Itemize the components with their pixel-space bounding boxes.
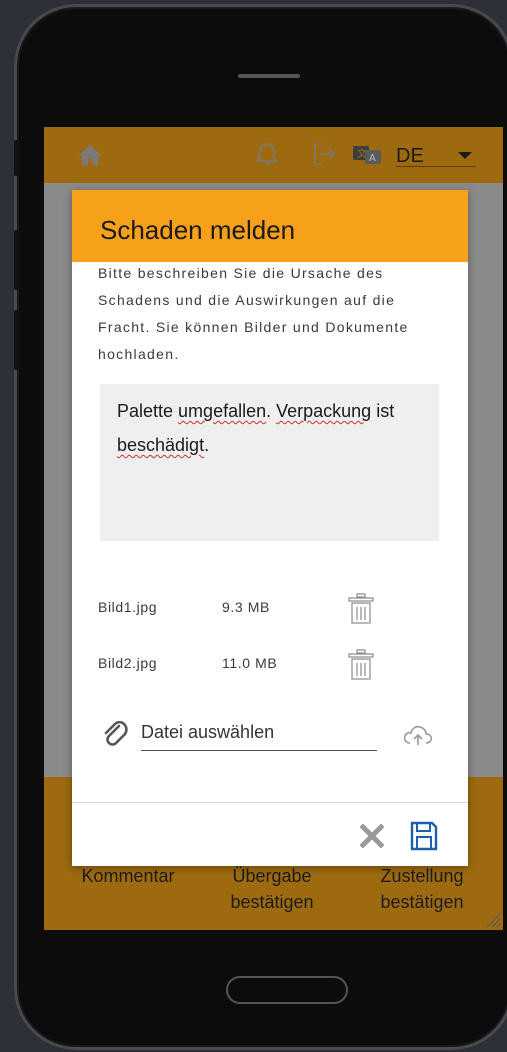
cloud-upload-icon[interactable] — [402, 723, 434, 747]
phone-side-button — [14, 230, 20, 290]
logout-icon[interactable] — [312, 142, 338, 166]
damage-report-dialog: Schaden melden Bitte beschreiben Sie die… — [72, 190, 468, 866]
comment-word: . — [266, 401, 277, 421]
translate-icon: 文 A — [353, 146, 381, 164]
home-icon[interactable] — [77, 144, 103, 166]
language-value: DE — [396, 145, 424, 167]
language-select[interactable]: DE — [396, 143, 476, 167]
file-select-input[interactable]: Datei auswählen — [141, 718, 377, 751]
resize-grip-icon — [486, 913, 501, 928]
comment-word-misspelled: umgefallen — [178, 401, 267, 421]
paperclip-icon — [104, 721, 128, 746]
phone-speaker — [238, 74, 300, 78]
comment-action-label: Kommentar — [81, 866, 175, 886]
file-list-item: Bild2.jpg 11.0 MB — [98, 649, 438, 681]
file-list-item: Bild1.jpg 9.3 MB — [98, 593, 438, 625]
dialog-title: Schaden melden — [100, 215, 296, 245]
trash-icon[interactable] — [348, 593, 374, 625]
damage-comment-value: Palette umgefallen. Verpackung ist besch… — [117, 394, 427, 462]
confirm-handover-action[interactable]: Übergabe bestätigen — [212, 863, 332, 915]
phone-home-button — [226, 976, 348, 1004]
comment-word-misspelled: beschädigt — [117, 435, 205, 455]
confirm-handover-label-line2: bestätigen — [230, 892, 314, 912]
chevron-down-icon — [458, 152, 472, 159]
comment-action[interactable]: Kommentar — [68, 863, 188, 889]
file-name: Bild2.jpg — [98, 655, 158, 671]
confirm-handover-label-line1: Übergabe — [232, 866, 312, 886]
dialog-header: Schaden melden — [72, 190, 468, 262]
confirm-delivery-action[interactable]: Zustellung bestätigen — [352, 863, 492, 915]
comment-word: . — [204, 435, 210, 455]
save-icon[interactable] — [410, 821, 438, 851]
file-name: Bild1.jpg — [98, 599, 158, 615]
comment-word: Palette — [117, 401, 179, 421]
top-bar: 文 A DE — [44, 127, 503, 183]
dialog-footer-divider — [72, 802, 468, 803]
comment-word: ist — [371, 401, 395, 421]
trash-icon[interactable] — [348, 649, 374, 681]
confirm-delivery-label-line2: bestätigen — [380, 892, 464, 912]
dialog-description: Bitte beschreiben Sie die Ursache des Sc… — [98, 265, 409, 362]
close-icon[interactable] — [360, 824, 384, 848]
file-select-placeholder: Datei auswählen — [141, 722, 275, 742]
file-size: 9.3 MB — [222, 599, 270, 615]
file-size: 11.0 MB — [222, 655, 278, 671]
confirm-delivery-label-line1: Zustellung — [380, 866, 464, 886]
comment-word-misspelled: Verpackung — [276, 401, 372, 421]
bell-icon[interactable] — [256, 141, 278, 167]
phone-side-button — [14, 140, 20, 176]
svg-text:A: A — [369, 153, 376, 164]
damage-comment-textarea[interactable]: Palette umgefallen. Verpackung ist besch… — [100, 384, 439, 541]
phone-side-button — [14, 310, 20, 370]
